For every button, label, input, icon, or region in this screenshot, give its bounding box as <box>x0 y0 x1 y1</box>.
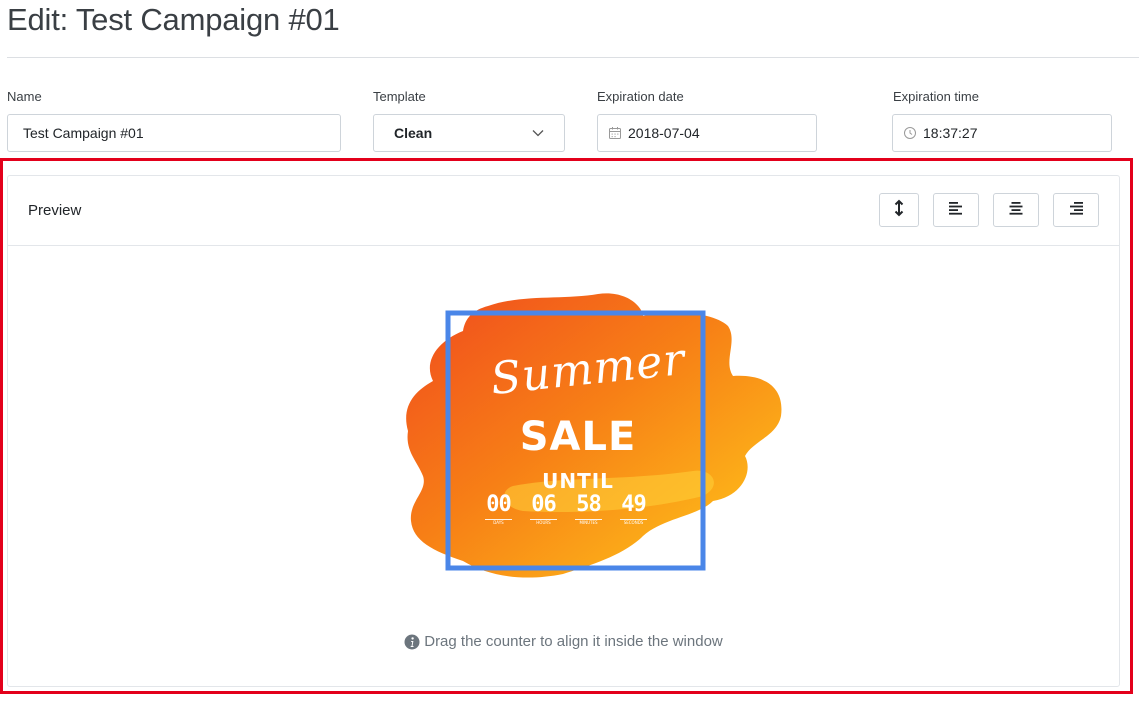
counter-hours: 06 HOURS <box>530 493 557 526</box>
counter-hours-value: 06 <box>531 492 556 517</box>
align-center-icon <box>1008 201 1024 220</box>
title-divider <box>7 57 1139 58</box>
counter-hours-caption: HOURS <box>530 519 557 526</box>
expiration-time-value: 18:37:27 <box>923 125 978 141</box>
paint-stroke-shape <box>406 293 782 578</box>
calendar-icon <box>608 126 622 140</box>
template-value: Clean <box>394 125 433 141</box>
preview-title: Preview <box>28 202 82 219</box>
vertical-resize-button[interactable] <box>879 193 919 227</box>
preview-header: Preview <box>8 176 1119 246</box>
counter-days: 00 DAYS <box>485 493 512 526</box>
expiration-date-value: 2018-07-04 <box>628 125 700 141</box>
name-value: Test Campaign #01 <box>23 125 144 141</box>
counter-seconds-caption: SECONDS <box>620 519 647 526</box>
name-input[interactable]: Test Campaign #01 <box>7 114 341 152</box>
expiration-time-label: Expiration time <box>893 89 979 104</box>
expiration-date-label: Expiration date <box>597 89 684 104</box>
campaign-banner: Summer SALE UNTIL 00 DAYS 06 HOURS 58 MI… <box>393 286 788 596</box>
counter-days-caption: DAYS <box>485 519 512 526</box>
template-select[interactable]: Clean <box>373 114 565 152</box>
counter-seconds-value: 49 <box>621 492 646 517</box>
align-left-button[interactable] <box>933 193 979 227</box>
expiration-time-input[interactable]: 18:37:27 <box>892 114 1112 152</box>
name-label: Name <box>7 89 42 104</box>
align-right-icon <box>1068 201 1084 220</box>
template-label: Template <box>373 89 426 104</box>
drag-hint-text: Drag the counter to align it inside the … <box>424 633 723 650</box>
counter-minutes-caption: MINUTES <box>575 519 602 526</box>
clock-icon <box>903 126 917 140</box>
align-center-button[interactable] <box>993 193 1039 227</box>
info-icon <box>404 634 420 650</box>
chevron-down-icon <box>532 129 544 137</box>
vertical-resize-icon <box>893 199 905 222</box>
countdown-counter[interactable]: 00 DAYS 06 HOURS 58 MINUTES 49 SECONDS <box>485 493 647 526</box>
counter-minutes: 58 MINUTES <box>575 493 602 526</box>
counter-minutes-value: 58 <box>576 492 601 517</box>
banner-artwork <box>406 293 782 578</box>
expiration-date-input[interactable]: 2018-07-04 <box>597 114 817 152</box>
preview-card: Preview Summer SALE UNTIL 00 DAYS 06 HOU… <box>7 175 1120 687</box>
align-left-icon <box>948 201 964 220</box>
counter-seconds: 49 SECONDS <box>620 493 647 526</box>
drag-hint: Drag the counter to align it inside the … <box>8 633 1119 650</box>
counter-days-value: 00 <box>486 492 511 517</box>
align-right-button[interactable] <box>1053 193 1099 227</box>
page-title: Edit: Test Campaign #01 <box>7 2 340 37</box>
